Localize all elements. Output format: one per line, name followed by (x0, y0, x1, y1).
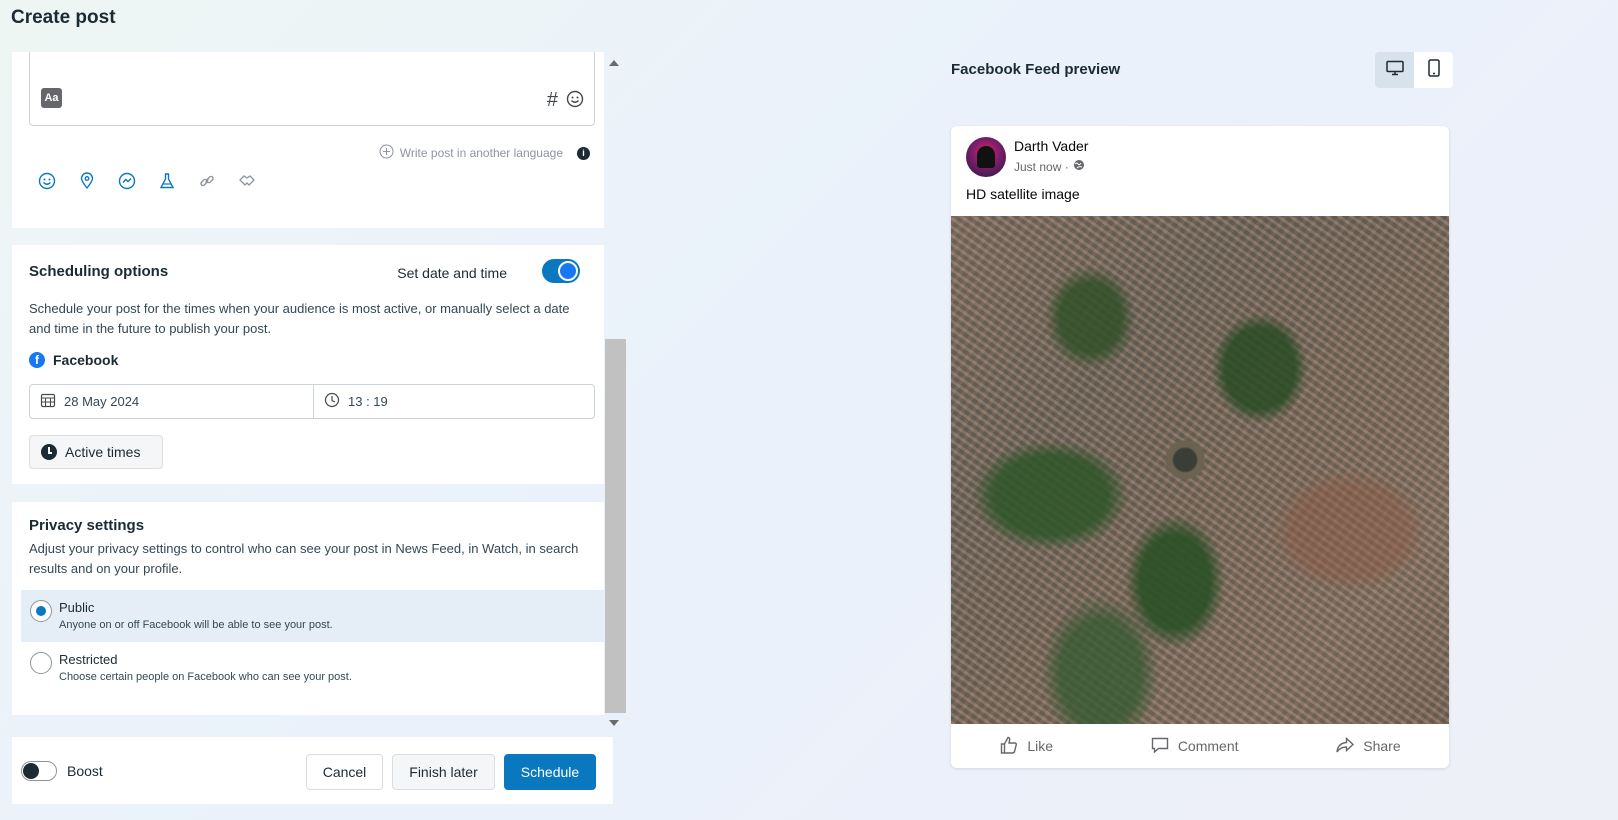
left-panel: Aa # Write post in another language i Sc… (12, 52, 606, 728)
location-icon[interactable] (78, 172, 96, 190)
emoji-icon[interactable] (38, 172, 56, 190)
compose-toolbar (38, 172, 256, 190)
privacy-description: Adjust your privacy settings to control … (29, 541, 579, 576)
active-times-label: Active times (65, 444, 141, 460)
privacy-option-public[interactable]: Public Anyone on or off Facebook will be… (21, 590, 604, 642)
desktop-icon (1385, 60, 1404, 81)
calendar-icon (40, 392, 56, 411)
write-in-another-language[interactable]: Write post in another language i (379, 144, 590, 162)
handshake-icon[interactable] (238, 172, 256, 190)
link-icon[interactable] (198, 172, 216, 190)
comment-icon (1150, 735, 1170, 758)
like-label: Like (1027, 738, 1054, 754)
platform-row: f Facebook (29, 352, 118, 368)
feed-preview-post: Darth Vader Just now · HD satellite imag… (951, 126, 1449, 768)
clock-icon (41, 444, 57, 460)
post-text-area[interactable]: Aa # (29, 52, 595, 126)
restricted-radio[interactable] (30, 652, 52, 674)
messenger-icon[interactable] (118, 172, 136, 190)
finish-later-button[interactable]: Finish later (392, 754, 495, 790)
option-label: Public (59, 600, 95, 615)
date-value: 28 May 2024 (64, 394, 140, 409)
mobile-preview-button[interactable] (1414, 52, 1453, 88)
time-field[interactable]: 13 : 19 (314, 385, 388, 418)
page-title: Create post (11, 7, 116, 28)
scheduling-card: Scheduling options Set date and time Sch… (12, 245, 604, 484)
preview-title: Facebook Feed preview (951, 61, 1121, 78)
share-label: Share (1363, 738, 1401, 754)
post-author: Darth Vader (1014, 138, 1089, 154)
clock-icon (324, 392, 340, 411)
public-radio[interactable] (30, 600, 52, 622)
emoji-icon[interactable] (566, 90, 584, 113)
like-button[interactable]: Like (999, 735, 1053, 758)
facebook-logo-icon: f (29, 352, 45, 368)
plus-circle-icon (379, 144, 394, 162)
write-language-label: Write post in another language (399, 146, 563, 160)
comment-button[interactable]: Comment (1150, 735, 1239, 758)
desktop-preview-button[interactable] (1375, 52, 1414, 88)
post-time: Just now · (1014, 159, 1069, 174)
text-format-icon[interactable]: Aa (41, 88, 62, 108)
globe-icon (1073, 159, 1085, 174)
thumbs-up-icon (999, 735, 1019, 758)
vertical-scrollbar[interactable] (605, 56, 626, 728)
comment-label: Comment (1177, 738, 1239, 754)
option-description: Choose certain people on Facebook who ca… (59, 671, 352, 683)
active-times-button[interactable]: Active times (29, 435, 163, 469)
satellite-image (951, 216, 1449, 724)
scroll-up-arrow-icon[interactable] (609, 60, 619, 66)
share-button[interactable]: Share (1335, 735, 1401, 758)
scrollbar-thumb[interactable] (605, 339, 626, 713)
schedule-button[interactable]: Schedule (504, 754, 596, 790)
toggle-knob (558, 261, 578, 281)
info-icon[interactable]: i (577, 146, 590, 160)
scheduling-description: Schedule your post for the times when yo… (29, 301, 570, 336)
post-text: HD satellite image (966, 186, 1080, 202)
date-field[interactable]: 28 May 2024 (30, 385, 314, 418)
time-value: 13 : 19 (348, 394, 388, 409)
boost-label: Boost (67, 763, 103, 779)
set-date-time-toggle[interactable] (542, 259, 580, 283)
privacy-title: Privacy settings (29, 517, 145, 534)
privacy-card: Privacy settings Adjust your privacy set… (12, 502, 604, 715)
privacy-option-restricted[interactable]: Restricted Choose certain people on Face… (21, 642, 604, 694)
cancel-button[interactable]: Cancel (306, 754, 383, 790)
avatar (966, 137, 1006, 177)
boost-toggle[interactable] (21, 761, 57, 781)
date-time-picker: 28 May 2024 13 : 19 (29, 384, 595, 419)
flask-icon[interactable] (158, 172, 176, 190)
compose-card: Aa # Write post in another language i (12, 52, 604, 228)
scroll-down-arrow-icon[interactable] (609, 720, 619, 726)
scheduling-title: Scheduling options (29, 263, 169, 280)
post-actions: Like Comment Share (951, 724, 1449, 768)
share-icon (1335, 735, 1355, 758)
device-toggle (1375, 52, 1453, 88)
footer-bar: Boost Cancel Finish later Schedule (12, 737, 613, 804)
option-description: Anyone on or off Facebook will be able t… (59, 619, 333, 631)
platform-label: Facebook (53, 352, 119, 368)
option-label: Restricted (59, 652, 118, 667)
set-date-time-label: Set date and time (397, 265, 507, 281)
hashtag-icon[interactable]: # (547, 89, 558, 112)
mobile-icon (1427, 58, 1440, 82)
post-meta: Just now · (1014, 159, 1085, 174)
